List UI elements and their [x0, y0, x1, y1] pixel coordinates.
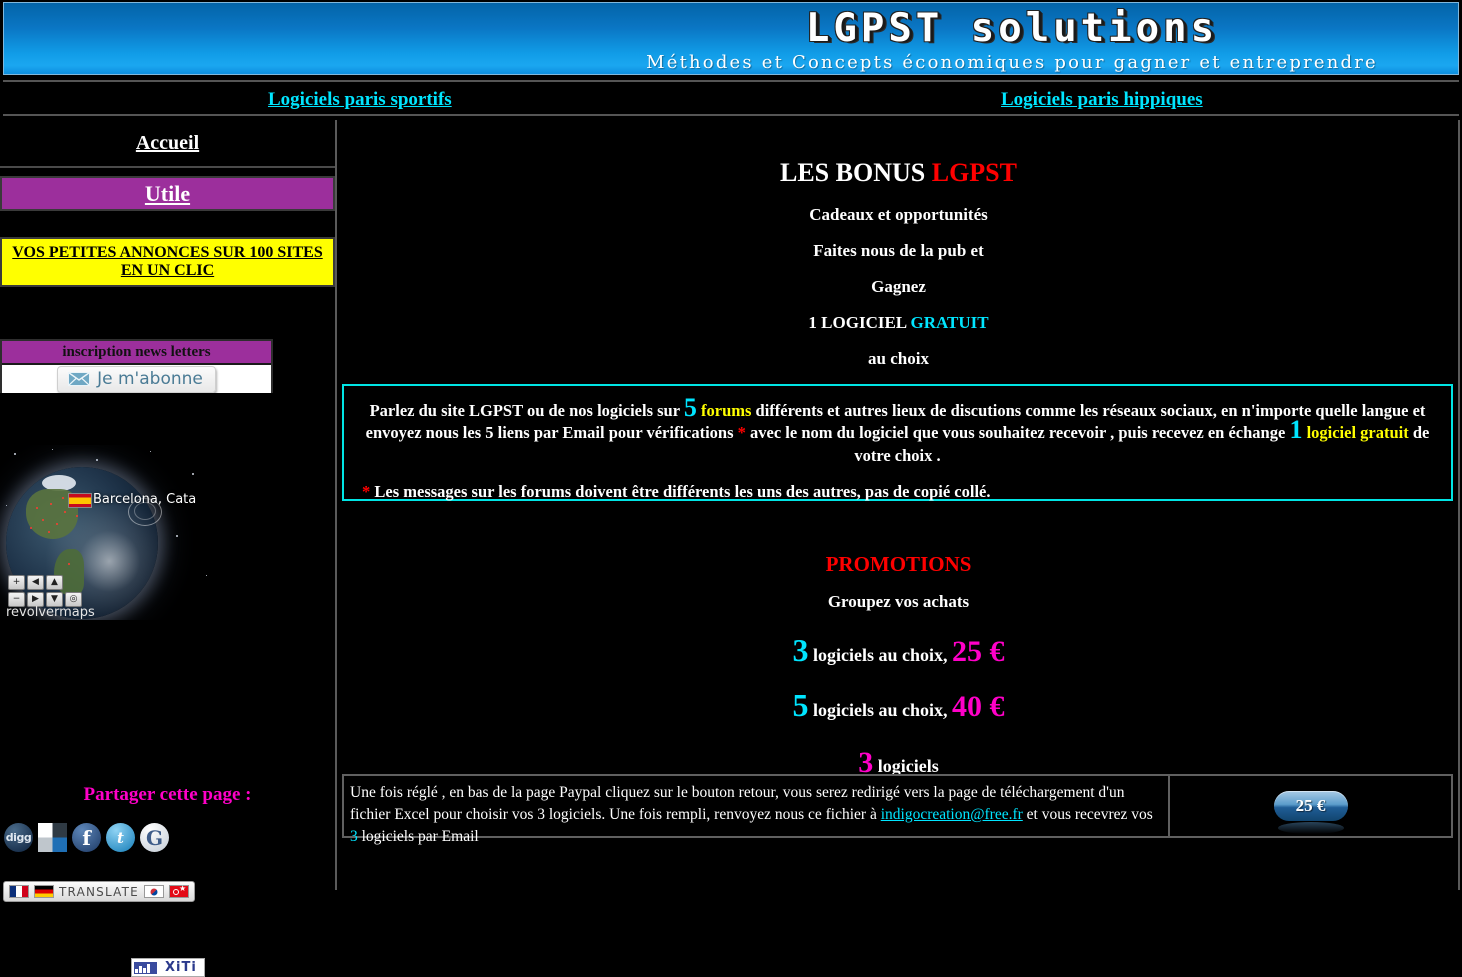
twitter-icon-label: t: [117, 828, 124, 847]
fi-count-1: 1: [1289, 415, 1303, 445]
subscribe-button[interactable]: Je m'abonne: [57, 365, 216, 393]
page-title: LES BONUS LGPST: [339, 158, 1458, 188]
au-choix-line: au choix: [868, 349, 929, 368]
translate-label: TRANSLATE: [59, 884, 139, 899]
envelope-icon: [68, 371, 91, 386]
globe-location-label: Barcelona, Cata: [93, 492, 197, 507]
contact-email-link[interactable]: indigocreation@free.fr: [881, 806, 1023, 823]
facebook-icon[interactable]: f: [72, 823, 101, 852]
share-title: Partager cette page :: [83, 784, 252, 805]
header-banner: LGPST solutions Méthodes et Concepts éco…: [3, 2, 1459, 75]
fi-note: Les messages sur les forums doivent être…: [370, 481, 991, 501]
logo-block: LGPST solutions Méthodes et Concepts éco…: [572, 3, 1452, 74]
price-value-3: 25 €: [952, 635, 1005, 668]
translate-bar[interactable]: TRANSLATE: [3, 881, 195, 902]
free-software-plain: 1 LOGICIEL: [808, 313, 911, 332]
fi-count-5: 5: [683, 393, 697, 422]
korea-flag-icon[interactable]: [143, 885, 164, 898]
globe-zoom-in-button[interactable]: +: [8, 575, 25, 590]
price-text-3: logiciels au choix,: [808, 645, 952, 665]
groupez-subtitle: Groupez vos achats: [827, 592, 970, 611]
sidebar-item-utile[interactable]: Utile: [0, 176, 335, 211]
paypal-buy-button-label: 25 €: [1295, 796, 1326, 815]
subscribe-button-label: Je m'abonne: [97, 368, 203, 389]
fi-star-2: *: [362, 481, 371, 501]
delicious-icon[interactable]: [38, 823, 67, 852]
free-software-line: 1 LOGICIEL GRATUIT: [339, 313, 1458, 333]
newsletter-widget: inscription news letters Je m'abonne: [0, 339, 273, 393]
price-text-5: logiciels au choix,: [808, 700, 952, 720]
intro-line-3: Gagnez: [871, 277, 926, 296]
revolvermaps-globe-widget[interactable]: Barcelona, Cata + ◀ ▲ − ▶ ▼ ◎ revolverma…: [0, 445, 230, 620]
site-logo-title: LGPST solutions: [805, 5, 1219, 51]
sidebar-link-utile[interactable]: Utile: [145, 181, 190, 207]
intro-line-2: Faites nous de la pub et: [813, 241, 984, 260]
sidebar-item-annonces[interactable]: VOS PETITES ANNONCES SUR 100 SITES EN UN…: [0, 237, 335, 287]
forum-instructions-paragraph: Parlez du site LGPST ou de nos logiciels…: [362, 395, 1433, 467]
sidebar-item-accueil[interactable]: Accueil: [0, 120, 335, 168]
price-value-5: 40 €: [952, 690, 1005, 723]
digg-icon-label: digg: [5, 831, 32, 844]
turkey-flag-icon[interactable]: [168, 884, 189, 898]
germany-flag-icon[interactable]: [34, 885, 54, 898]
xiti-label: XiTi: [165, 960, 197, 975]
top-navigation: Logiciels paris sportifs Logiciels paris…: [3, 80, 1459, 116]
fi-logiciel-gratuit: logiciel gratuit: [1302, 423, 1409, 443]
promotions-title: PROMOTIONS: [825, 552, 972, 576]
globe-rotate-left-button[interactable]: ◀: [27, 575, 44, 590]
paypal-button-cell: 25 €: [1170, 776, 1451, 836]
bb-b: et vous recevrez vos: [1022, 806, 1153, 823]
fi-star-1: *: [737, 423, 746, 443]
twitter-icon[interactable]: t: [106, 823, 135, 852]
content-area: Accueil Utile VOS PETITES ANNONCES SUR 1…: [0, 120, 1462, 977]
paypal-instructions-text: Une fois réglé , en bas de la page Paypa…: [344, 776, 1170, 845]
xiti-badge[interactable]: XiTi: [131, 958, 205, 977]
spain-flag-icon: [68, 493, 92, 508]
google-icon-label: G: [145, 825, 164, 850]
site-logo-tagline: Méthodes et Concepts économiques pour ga…: [646, 51, 1378, 73]
sidebar: Accueil Utile VOS PETITES ANNONCES SUR 1…: [0, 120, 337, 977]
revolvermaps-credit[interactable]: revolvermaps: [6, 605, 95, 620]
newsletter-button-wrap: Je m'abonne: [2, 365, 271, 393]
price-row-3: 3 logiciels au choix, 25 €: [339, 632, 1458, 669]
sidebar-link-annonces[interactable]: VOS PETITES ANNONCES SUR 100 SITES EN UN…: [4, 244, 331, 281]
globe-rotate-up-button[interactable]: ▲: [46, 575, 63, 590]
xiti-chart-icon: [134, 961, 157, 974]
free-software-accent: GRATUIT: [910, 313, 989, 332]
page-root: LGPST solutions Méthodes et Concepts éco…: [0, 0, 1462, 977]
third-line-text: logiciels: [873, 756, 939, 776]
france-flag-icon[interactable]: [9, 885, 29, 898]
fi-forums: forums: [696, 401, 752, 420]
paypal-instructions-box: Une fois réglé , en bas de la page Paypa…: [342, 774, 1453, 845]
sidebar-link-accueil[interactable]: Accueil: [136, 132, 199, 155]
newsletter-title: inscription news letters: [2, 341, 271, 365]
forum-note-paragraph: * Les messages sur les forums doivent êt…: [362, 481, 1433, 503]
bb-count: 3: [350, 828, 358, 845]
price-row-5: 5 logiciels au choix, 40 €: [339, 687, 1458, 724]
forum-instructions-box: Parlez du site LGPST ou de nos logiciels…: [342, 384, 1453, 501]
share-icons: digg f t G: [4, 823, 169, 852]
intro-line-1: Cadeaux et opportunités: [809, 205, 988, 224]
price-qty-3: 3: [792, 632, 809, 668]
globe-controls[interactable]: + ◀ ▲ − ▶ ▼ ◎: [8, 575, 82, 607]
bb-c: logiciels par Email: [357, 828, 479, 845]
digg-icon[interactable]: digg: [4, 823, 33, 852]
paypal-buy-button[interactable]: 25 €: [1273, 791, 1348, 834]
price-qty-5: 5: [792, 687, 809, 723]
page-title-plain: LES BONUS: [780, 158, 932, 187]
main-content: LES BONUS LGPST Cadeaux et opportunités …: [339, 120, 1460, 890]
fi-d: avec le nom du logiciel que vous souhait…: [745, 423, 1290, 443]
page-title-accent: LGPST: [931, 158, 1017, 187]
nav-link-paris-hippiques[interactable]: Logiciels paris hippiques: [1001, 89, 1203, 111]
facebook-icon-label: f: [82, 825, 91, 850]
google-icon[interactable]: G: [140, 823, 169, 852]
nav-link-paris-sportifs[interactable]: Logiciels paris sportifs: [268, 89, 452, 111]
fi-a: Parlez du site LGPST ou de nos logiciels…: [369, 401, 684, 420]
